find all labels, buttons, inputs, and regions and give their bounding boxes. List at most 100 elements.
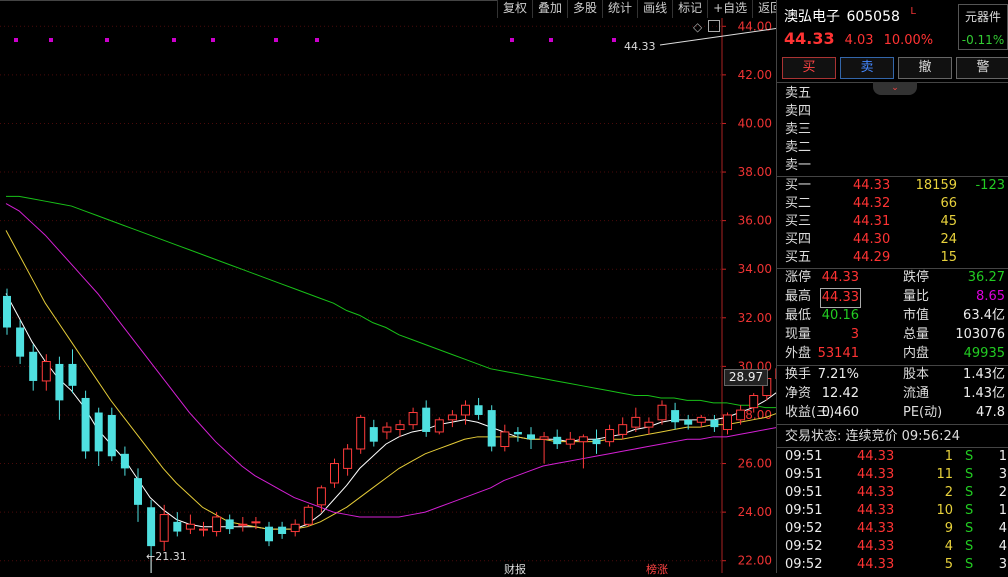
ma-line-ma20 <box>6 204 776 517</box>
trade-tick-row: 09:5144.3310S1 <box>785 502 1008 520</box>
candle-body <box>331 464 339 483</box>
candle-body <box>697 417 705 422</box>
chart-corner-icons: ◇ <box>693 20 720 34</box>
ask-row: 卖一 <box>785 157 1007 175</box>
candle-body <box>396 425 404 430</box>
candle-body <box>409 413 417 425</box>
toolbar-draw-line-button[interactable]: 画线 <box>637 0 672 18</box>
kline-chart-area[interactable]: 44.0042.0040.0038.0036.0034.0032.0030.00… <box>0 0 776 573</box>
event-marker <box>612 38 616 42</box>
candle-body <box>488 410 496 446</box>
candle-body <box>278 527 286 534</box>
quote-panel: 澳弘电子 605058 L 元器件 -0.11% 44.33 4.03 10.0… <box>776 0 1008 573</box>
toolbar-mark-button[interactable]: 标记 <box>672 0 707 18</box>
toolbar-fuquan-button[interactable]: 复权 <box>497 0 532 18</box>
bid-row[interactable]: 买五 44.29 15 <box>785 249 1007 267</box>
candle-body <box>383 427 391 432</box>
candle-body <box>29 352 37 381</box>
candle-body <box>317 488 325 505</box>
stock-code: 605058 <box>846 9 899 25</box>
candle-body <box>658 405 666 420</box>
candle-body <box>200 529 208 530</box>
stat-row: 外盘 53141 内盘 49935 <box>785 345 1007 363</box>
candle-body <box>121 454 129 469</box>
candle-body <box>422 408 430 432</box>
current-price-badge: 28.97 <box>724 369 768 386</box>
ask-row: 卖四 <box>785 103 1007 121</box>
sector-box[interactable]: 元器件 -0.11% <box>958 4 1008 50</box>
toolbar-overlay-button[interactable]: 叠加 <box>532 0 567 18</box>
candle-body <box>344 449 352 468</box>
candle-body <box>186 524 194 529</box>
sector-name: 元器件 <box>959 8 1007 25</box>
event-marker <box>510 38 514 42</box>
y-tick-label: 26.00 <box>738 457 772 471</box>
ma-line-ma5 <box>6 196 776 529</box>
alert-button[interactable]: 警 <box>956 57 1008 79</box>
trade-tick-row: 09:5144.332S2 <box>785 484 1008 502</box>
candle-body <box>291 524 299 531</box>
ma-line-ma10 <box>6 230 776 529</box>
trade-tick-row: 09:5244.334S4 <box>785 538 1008 556</box>
cancel-order-button[interactable]: 撤 <box>898 57 952 79</box>
candle-body <box>448 415 456 420</box>
diamond-icon[interactable]: ◇ <box>693 20 702 34</box>
price-change-pct: 10.00% <box>884 33 934 48</box>
candle-body <box>265 527 273 542</box>
bid-row[interactable]: 买一 44.33 18159 -123 <box>785 177 1007 195</box>
candle-body <box>173 522 181 532</box>
y-tick-label: 32.00 <box>738 311 772 325</box>
candle-body <box>42 362 50 381</box>
candle-body <box>55 364 63 400</box>
y-tick-label: 42.00 <box>738 68 772 82</box>
candle-body <box>619 425 627 435</box>
buy-button[interactable]: 买 <box>782 57 836 79</box>
event-marker <box>14 38 18 42</box>
sell-button[interactable]: 卖 <box>840 57 894 79</box>
candle-body <box>514 432 522 434</box>
candle-body <box>593 439 601 444</box>
top-gainers-tag[interactable]: 榜涨 <box>644 561 670 577</box>
earnings-tag[interactable]: 财报 <box>502 561 528 577</box>
stat-row: 收益(三) 0.460 PE(动) 47.8 <box>785 404 1007 422</box>
bid-row[interactable]: 买二 44.32 66 <box>785 195 1007 213</box>
candle-body <box>632 417 640 427</box>
y-tick-label: 22.00 <box>738 554 772 568</box>
ask-row: 卖五 <box>785 85 1007 103</box>
trade-tick-row: 09:5244.339S4 <box>785 520 1008 538</box>
low-price-annotation: ←21.31 <box>146 550 187 563</box>
event-marker <box>105 38 109 42</box>
candle-body <box>566 439 574 444</box>
stat-row: 换手 7.21% 股本 1.43亿 <box>785 366 1007 384</box>
event-marker <box>549 38 553 42</box>
candle-body <box>357 417 365 449</box>
kline-chart[interactable]: 44.0042.0040.0038.0036.0034.0032.0030.00… <box>0 0 776 573</box>
trade-buttons: 买 卖 撤 警 <box>782 57 1008 79</box>
sector-change: -0.11% <box>959 33 1007 47</box>
candle-body <box>501 432 509 447</box>
candle-body <box>239 524 247 525</box>
trade-tick-row: 09:5144.331S1 <box>785 448 1008 466</box>
toolbar-multi-stock-button[interactable]: 多股 <box>567 0 602 18</box>
ma-line-ma60 <box>6 196 776 410</box>
candle-body <box>645 422 653 427</box>
event-marker <box>315 38 319 42</box>
candle-body <box>435 420 443 432</box>
trade-tick-row: 09:5144.3311S3 <box>785 466 1008 484</box>
price-row: 44.33 4.03 10.00% <box>784 29 933 48</box>
toolbar-add-watchlist-button[interactable]: +自选 <box>707 0 752 18</box>
candle-body <box>527 434 535 439</box>
toolbar-stats-button[interactable]: 统计 <box>602 0 637 18</box>
candle-body <box>69 364 77 386</box>
candle-body <box>462 405 470 415</box>
y-tick-label: 40.00 <box>738 116 772 130</box>
stat-row: 最高 44.33 量比 8.65 <box>785 288 1007 306</box>
bid-row[interactable]: 买四 44.30 24 <box>785 231 1007 249</box>
candle-body <box>579 437 587 442</box>
last-price: 44.33 <box>784 29 835 48</box>
candle-body <box>3 296 11 328</box>
bid-row[interactable]: 买三 44.31 45 <box>785 213 1007 231</box>
window-toggle-icon[interactable] <box>708 20 720 32</box>
candle-body <box>160 515 168 542</box>
candle-body <box>671 410 679 422</box>
